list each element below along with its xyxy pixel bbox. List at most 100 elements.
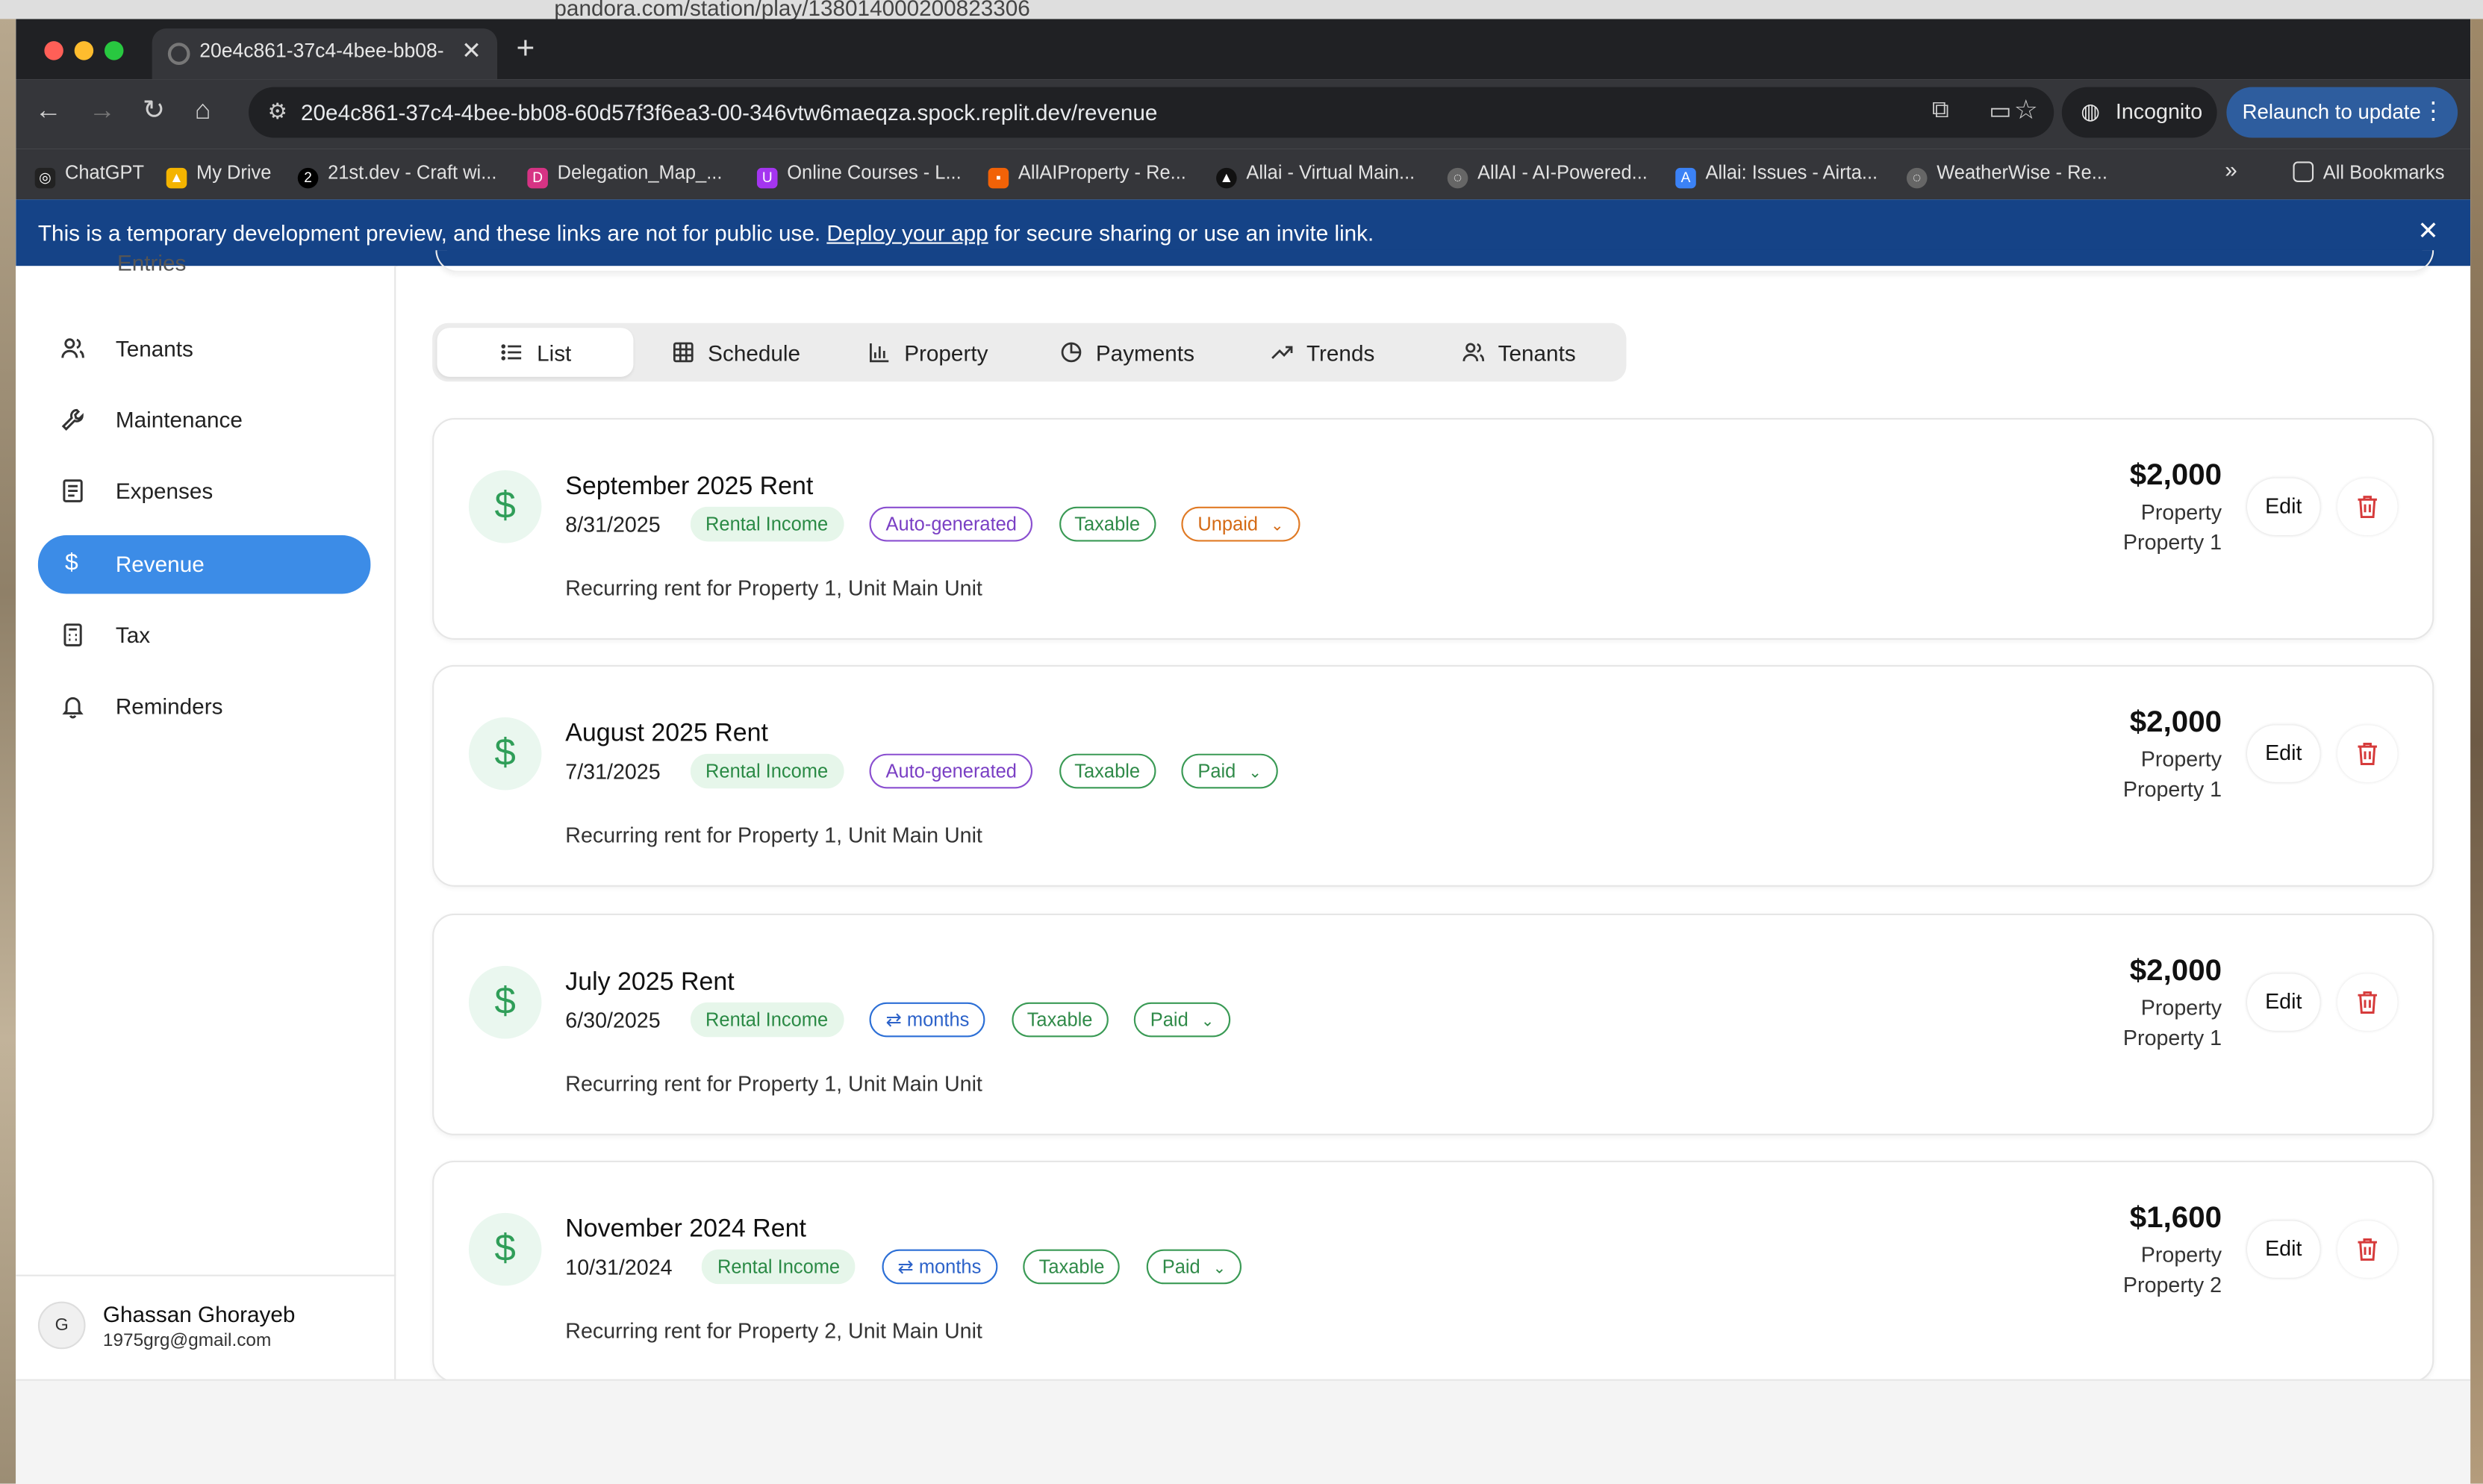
bookmark-item[interactable]: ▲ Allai - Virtual Main... <box>1216 161 1415 189</box>
user-profile[interactable]: G Ghassan Ghorayeb 1975grg@gmail.com <box>16 1274 396 1379</box>
all-bookmarks[interactable]: All Bookmarks <box>2293 161 2444 184</box>
sidebar: Entries Tenants Maintenance Expenses $ R… <box>16 250 396 1379</box>
bookmark-item[interactable]: ▪ AllAIProperty - Re... <box>988 161 1186 189</box>
user-name: Ghassan Ghorayeb <box>102 1301 296 1327</box>
globe-icon: ◌ <box>1447 167 1468 189</box>
more-bookmarks-icon[interactable]: » <box>2225 157 2237 182</box>
tab-property[interactable]: Property <box>844 328 1022 377</box>
reload-icon[interactable]: ↻ <box>143 95 165 126</box>
bookmark-item[interactable]: U Online Courses - L... <box>756 161 962 189</box>
close-icon[interactable]: ✕ <box>2417 215 2438 246</box>
bookmark-item[interactable]: A Allai: Issues - Airta... <box>1675 161 1878 189</box>
deploy-app-link[interactable]: Deploy your app <box>826 220 988 246</box>
category-badge: Rental Income <box>689 1002 844 1038</box>
tab-list[interactable]: List <box>437 328 634 377</box>
revenue-meta: 8/31/2025 Rental Income Auto-generated T… <box>565 506 1318 542</box>
tab-trends[interactable]: Trends <box>1246 328 1411 377</box>
revenue-title: September 2025 Rent <box>565 473 814 501</box>
property-name: Property 1 <box>2122 530 2222 555</box>
bookmark-star-icon[interactable]: ☆ <box>2014 95 2038 126</box>
delete-button[interactable] <box>2337 1220 2398 1278</box>
folder-icon <box>2293 161 2314 182</box>
bookmark-item[interactable]: D Delegation_Map_... <box>527 161 722 189</box>
users-icon <box>1462 343 1485 362</box>
delete-button[interactable] <box>2337 725 2398 782</box>
sidebar-item-tenants[interactable]: Tenants <box>38 319 370 378</box>
new-tab-icon[interactable]: + <box>517 31 535 68</box>
repeat-icon: ⇄ <box>885 1008 907 1031</box>
bookmark-item[interactable]: ◌ AllAI - AI-Powered... <box>1447 161 1648 189</box>
status-select[interactable]: Unpaid ⌄ <box>1182 506 1300 542</box>
replit-icon: ▪ <box>988 167 1009 189</box>
sidebar-item-maintenance[interactable]: Maintenance <box>38 391 370 449</box>
sidebar-item-entries-partial[interactable]: Entries <box>117 250 186 275</box>
tab-tenants[interactable]: Tenants <box>1438 328 1612 377</box>
edit-button[interactable]: Edit <box>2246 725 2320 782</box>
bookmark-item[interactable]: ◌ WeatherWise - Re... <box>1906 161 2107 189</box>
sidebar-item-reminders[interactable]: Reminders <box>38 678 370 736</box>
tab-payments[interactable]: Payments <box>1035 328 1222 377</box>
search-tabs-icon[interactable]: ⧉ <box>1932 96 1949 123</box>
incognito-badge[interactable]: ◍ Incognito <box>2061 87 2217 138</box>
revenue-amount: $2,000 <box>2129 955 2222 988</box>
bookmarks-bar: ◎ ChatGPT ▲ My Drive 2 21st.dev - Craft wi.… <box>16 149 2471 200</box>
forward-arrow-icon[interactable]: → <box>89 95 116 126</box>
trash-icon <box>2358 991 2377 1014</box>
repeat-icon: ⇄ <box>897 1256 919 1278</box>
property-name: Property 1 <box>2122 777 2222 802</box>
browser-tab[interactable]: 20e4c861-37c4-4bee-bb08- ✕ <box>152 28 498 80</box>
relaunch-label: Relaunch to update <box>2242 99 2421 124</box>
back-arrow-icon[interactable]: ← <box>35 95 62 126</box>
close-tab-icon[interactable]: ✕ <box>461 37 482 65</box>
status-select[interactable]: Paid ⌄ <box>1134 1002 1230 1038</box>
status-select[interactable]: Paid ⌄ <box>1146 1249 1242 1285</box>
tab-schedule[interactable]: Schedule <box>648 328 835 377</box>
kebab-menu-icon[interactable]: ⋮ <box>2421 96 2445 125</box>
allai-icon: ▲ <box>1216 167 1237 189</box>
main-content: List Schedule Property Payments Trends T… <box>397 250 2471 1382</box>
recurring-badge: ⇄ months <box>870 1002 985 1038</box>
address-bar[interactable]: ⚙ 20e4c861-37c4-4bee-bb08-60d57f3f6ea3-0… <box>249 87 2054 138</box>
edit-button[interactable]: Edit <box>2246 1220 2320 1278</box>
bookmark-item[interactable]: 2 21st.dev - Craft wi... <box>297 161 496 189</box>
tab-label: List <box>537 340 572 366</box>
revenue-amount: $2,000 <box>2129 706 2222 740</box>
grid-icon <box>673 342 694 363</box>
taxable-badge: Taxable <box>1011 1002 1109 1038</box>
globe-icon <box>167 43 190 65</box>
address-url[interactable]: 20e4c861-37c4-4bee-bb08-60d57f3f6ea3-00-… <box>301 100 1157 125</box>
sidebar-item-tax[interactable]: Tax <box>38 606 370 664</box>
revenue-description: Recurring rent for Property 1, Unit Main… <box>565 823 982 847</box>
home-icon[interactable]: ⌂ <box>195 95 211 126</box>
close-window-button[interactable] <box>44 41 63 60</box>
google-drive-icon: ▲ <box>166 167 187 189</box>
filter-card-bottom-edge <box>435 250 2434 272</box>
delete-button[interactable] <box>2337 973 2398 1031</box>
sidebar-item-revenue[interactable]: $ Revenue <box>37 534 371 594</box>
udemy-icon: U <box>756 167 778 189</box>
banner-text: This is a temporary development preview,… <box>37 219 1374 246</box>
title-bar: 20e4c861-37c4-4bee-bb08- ✕ + <box>16 19 2471 80</box>
edit-button[interactable]: Edit <box>2246 478 2320 535</box>
property-label: Property <box>2140 1243 2222 1267</box>
cast-icon[interactable]: ▭ <box>1989 96 2011 125</box>
maximize-window-button[interactable] <box>104 41 124 60</box>
edit-button[interactable]: Edit <box>2246 973 2320 1031</box>
property-label: Property <box>2140 747 2222 772</box>
trending-up-icon <box>1271 346 1293 359</box>
revenue-title: August 2025 Rent <box>565 720 768 748</box>
minimize-window-button[interactable] <box>74 41 94 60</box>
tab-label: Tenants <box>1498 340 1576 366</box>
bookmark-item[interactable]: ▲ My Drive <box>166 161 271 189</box>
chevron-down-icon: ⌄ <box>1200 1013 1215 1031</box>
revenue-date: 8/31/2025 <box>565 512 661 537</box>
site-settings-icon[interactable]: ⚙ <box>267 99 287 125</box>
status-select[interactable]: Paid ⌄ <box>1182 753 1278 789</box>
property-label: Property <box>2140 996 2222 1020</box>
revenue-card: $ July 2025 Rent 6/30/2025 Rental Income… <box>432 913 2434 1135</box>
bookmark-item[interactable]: ◎ ChatGPT <box>34 161 144 189</box>
sidebar-item-expenses[interactable]: Expenses <box>38 462 370 520</box>
relaunch-button[interactable]: Relaunch to update ⋮ <box>2226 87 2458 138</box>
trash-icon <box>2358 1238 2377 1261</box>
delete-button[interactable] <box>2337 478 2398 535</box>
